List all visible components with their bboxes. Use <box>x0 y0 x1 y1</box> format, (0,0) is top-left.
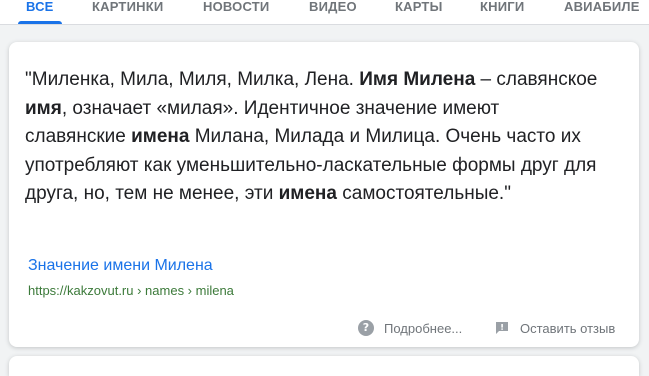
tab-images[interactable]: КАРТИНКИ <box>92 0 163 24</box>
tab-video[interactable]: ВИДЕО <box>309 0 357 24</box>
snippet-part: "Миленка, Мила, Миля, Милка, Лена. <box>25 69 360 90</box>
more-info-label: Подробнее... <box>384 320 463 336</box>
snippet-part: самостоятельные." <box>336 183 511 204</box>
result-url: https://kakzovut.ru › names › milena <box>28 283 234 298</box>
tab-flights[interactable]: АВИАБИЛЕ <box>564 0 640 24</box>
snippet-highlight: имена <box>278 183 337 204</box>
more-info-button[interactable]: ? Подробнее... <box>358 319 462 337</box>
snippet-highlight: имя <box>25 97 62 119</box>
help-circle-icon: ? <box>358 320 374 336</box>
tab-all[interactable]: ВСЕ <box>18 0 62 24</box>
featured-snippet-card: "Миленка, Мила, Миля, Милка, Лена. Имя М… <box>9 42 639 347</box>
snippet-text: "Миленка, Мила, Миля, Милка, Лена. Имя М… <box>25 66 605 209</box>
next-result-card <box>9 356 639 376</box>
result-title-link[interactable]: Значение имени Милена <box>28 257 213 275</box>
snippet-highlight: Имя Милена <box>359 69 476 90</box>
search-tabs-bar: ВСЕ КАРТИНКИ НОВОСТИ ВИДЕО КАРТЫ КНИГИ А… <box>0 0 649 25</box>
snippet-footer: ? Подробнее... Оставить отзыв <box>9 314 639 344</box>
tab-maps[interactable]: КАРТЫ <box>395 0 443 24</box>
feedback-label: Оставить отзыв <box>520 320 616 336</box>
feedback-icon <box>496 322 508 334</box>
snippet-part: – славянское <box>475 69 598 90</box>
tab-news[interactable]: НОВОСТИ <box>203 0 269 24</box>
tab-books[interactable]: КНИГИ <box>480 0 524 24</box>
feedback-button[interactable]: Оставить отзыв <box>494 319 615 337</box>
snippet-highlight: имена <box>131 126 190 147</box>
